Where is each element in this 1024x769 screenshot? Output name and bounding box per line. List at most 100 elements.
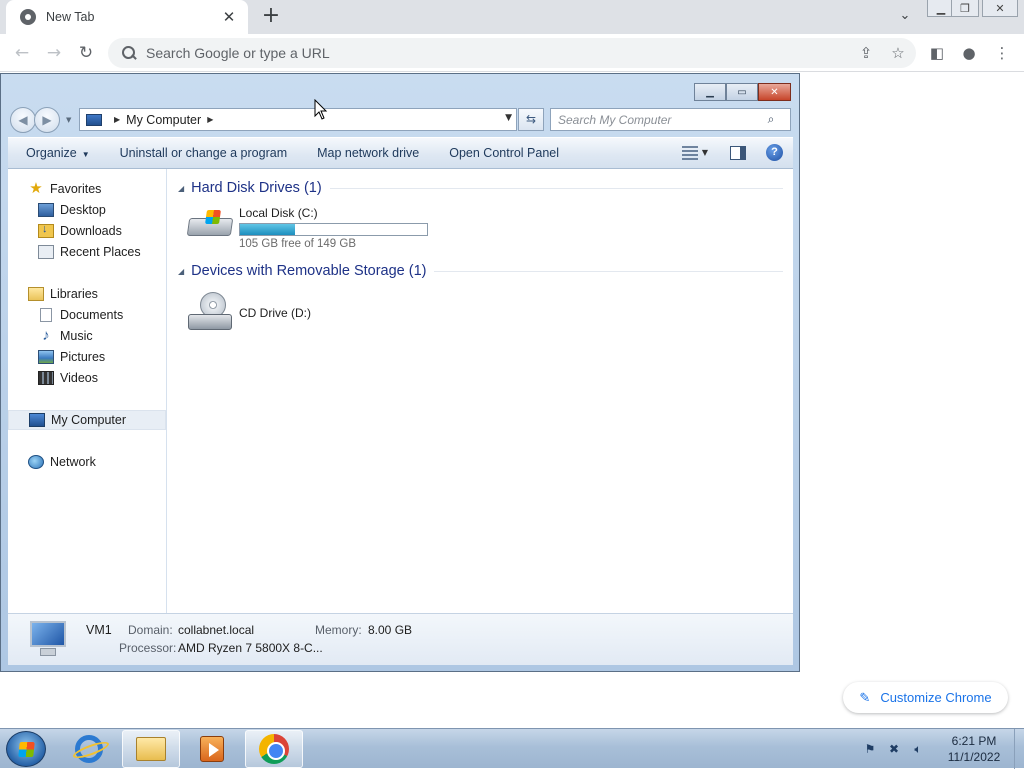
internet-explorer-icon [75, 735, 103, 763]
tab-title: New Tab [46, 10, 95, 24]
disk-usage-bar [239, 223, 428, 236]
nav-music[interactable]: ♪ Music [8, 326, 166, 346]
customize-chrome-label: Customize Chrome [880, 690, 992, 705]
action-center-flag-icon[interactable]: ⚑ [862, 741, 878, 757]
nav-recent-places[interactable]: Recent Places [8, 242, 166, 262]
show-desktop-button[interactable] [1014, 729, 1024, 769]
nav-favorites[interactable]: ★ Favorites [8, 179, 166, 199]
taskbar-media-player[interactable] [183, 730, 241, 768]
window-search-box[interactable]: ⌕ [550, 108, 791, 131]
nav-label: Favorites [50, 182, 102, 196]
memory-value: 8.00 GB [368, 623, 413, 637]
browser-restore-button[interactable]: ❐ [951, 0, 979, 17]
omnibox[interactable] [108, 38, 916, 68]
refresh-button[interactable]: ⇆ [518, 108, 544, 131]
nav-label: Downloads [60, 224, 122, 238]
navigation-pane: ★ Favorites Desktop Downloads Recent Plac… [8, 169, 167, 613]
uninstall-program-button[interactable]: Uninstall or change a program [105, 146, 302, 160]
side-panel-icon[interactable]: ◧ [925, 42, 949, 64]
view-options-icon[interactable] [681, 145, 698, 160]
domain-value: collabnet.local [178, 623, 255, 637]
nav-label: Desktop [60, 203, 106, 217]
forward-button[interactable]: ▶ [34, 107, 60, 133]
minimize-button[interactable]: ▁ [694, 83, 726, 101]
search-icon [118, 43, 138, 63]
taskbar: ⚑ ✖ 🔈︎ 6:21 PM 11/1/2022 [0, 728, 1024, 769]
share-icon[interactable]: ⇪ [854, 42, 878, 64]
back-button[interactable]: ◀ [10, 107, 36, 133]
browser-close-button[interactable]: ✕ [982, 0, 1018, 17]
view-controls: ▼ ? [681, 144, 783, 161]
preview-pane-icon[interactable] [730, 145, 746, 160]
collapse-triangle-icon[interactable]: ◢ [178, 184, 184, 193]
bookmark-star-icon[interactable]: ☆ [886, 42, 910, 64]
nav-my-computer[interactable]: My Computer [8, 410, 166, 430]
maximize-button[interactable]: ▭ [726, 83, 758, 101]
caption-buttons: ▁ ▭ ✕ [694, 83, 791, 101]
nav-desktop[interactable]: Desktop [8, 200, 166, 220]
back-arrow-icon[interactable]: ← [10, 42, 34, 64]
taskbar-chrome[interactable] [245, 730, 303, 768]
tab-new-tab[interactable]: New Tab ✕ [6, 0, 248, 34]
search-icon[interactable]: ⌕ [761, 112, 781, 127]
volume-icon[interactable]: 🔈︎ [910, 741, 926, 757]
nav-label: Music [60, 329, 93, 343]
processor-label: Processor: [119, 641, 177, 655]
organize-button[interactable]: Organize ▼ [8, 146, 105, 160]
breadcrumb-my-computer[interactable]: My Computer [126, 113, 201, 127]
content-pane: ◢ Hard Disk Drives (1) Local Disk (C:) 1… [168, 169, 793, 613]
tab-close-icon[interactable]: ✕ [220, 8, 238, 26]
help-icon[interactable]: ? [766, 144, 783, 161]
nav-pictures[interactable]: Pictures [8, 347, 166, 367]
customize-chrome-button[interactable]: ✎ Customize Chrome [843, 682, 1008, 713]
nav-label: Pictures [60, 350, 106, 364]
start-button[interactable] [6, 731, 46, 767]
nav-label: My Computer [51, 413, 127, 427]
collapse-triangle-icon[interactable]: ◢ [178, 267, 184, 276]
explorer-window: ▁ ▭ ✕ ◀ ▶ ▼ ▶ My Computer ▶ ▼ ⇆ ⌕ Organi… [0, 73, 800, 672]
tab-search-icon[interactable]: ⌄ [894, 8, 916, 26]
pencil-icon: ✎ [859, 689, 871, 705]
nav-videos[interactable]: Videos [8, 368, 166, 388]
new-tab-button[interactable]: + [258, 4, 284, 30]
address-dropdown-icon[interactable]: ▼ [505, 113, 512, 123]
open-control-panel-button[interactable]: Open Control Panel [434, 146, 574, 160]
drive-info: Local Disk (C:) 105 GB free of 149 GB [239, 206, 428, 250]
omnibox-input[interactable] [144, 44, 744, 62]
music-note-icon: ♪ [42, 327, 50, 344]
address-bar[interactable]: ▶ My Computer ▶ ▼ [79, 108, 517, 131]
close-button[interactable]: ✕ [758, 83, 791, 101]
star-icon: ★ [29, 180, 43, 197]
recent-pages-dropdown-icon[interactable]: ▼ [66, 116, 71, 124]
drive-local-disk-c[interactable]: Local Disk (C:) 105 GB free of 149 GB [186, 206, 428, 250]
group-removable-storage[interactable]: ◢ Devices with Removable Storage (1) [178, 261, 783, 281]
menu-kebab-icon[interactable]: ⋮ [990, 42, 1014, 64]
network-globe-icon [28, 455, 44, 469]
map-network-drive-button[interactable]: Map network drive [302, 146, 434, 160]
breadcrumb-chevron-icon[interactable]: ▶ [114, 115, 120, 124]
clock[interactable]: 6:21 PM 11/1/2022 [938, 733, 1010, 765]
pictures-icon [38, 350, 54, 364]
drive-cd-d[interactable]: CD Drive (D:) [186, 292, 311, 336]
reload-icon[interactable]: ↻ [74, 42, 98, 64]
browser-toolbar: ← → ↻ ⇪ ☆ ◧ ● ⋮ [0, 34, 1024, 72]
taskbar-internet-explorer[interactable] [60, 730, 118, 768]
organize-label: Organize [26, 146, 77, 160]
view-dropdown-icon[interactable]: ▼ [702, 148, 708, 157]
taskbar-windows-explorer[interactable] [122, 730, 180, 768]
group-hard-disk-drives[interactable]: ◢ Hard Disk Drives (1) [178, 178, 783, 198]
nav-libraries[interactable]: Libraries [8, 284, 166, 304]
breadcrumb-chevron-icon[interactable]: ▶ [207, 115, 213, 124]
nav-documents[interactable]: Documents [8, 305, 166, 325]
profile-avatar-icon[interactable]: ● [957, 42, 981, 64]
network-error-icon[interactable]: ✖ [886, 741, 902, 757]
memory-label: Memory: [315, 623, 362, 637]
nav-network[interactable]: Network [8, 452, 166, 472]
forward-arrow-icon[interactable]: → [42, 42, 66, 64]
window-search-input[interactable] [551, 111, 761, 128]
nav-downloads[interactable]: Downloads [8, 221, 166, 241]
nav-label: Recent Places [60, 245, 141, 259]
computer-name: VM1 [86, 623, 112, 637]
drive-name: Local Disk (C:) [239, 206, 318, 220]
domain-label: Domain: [128, 623, 173, 637]
